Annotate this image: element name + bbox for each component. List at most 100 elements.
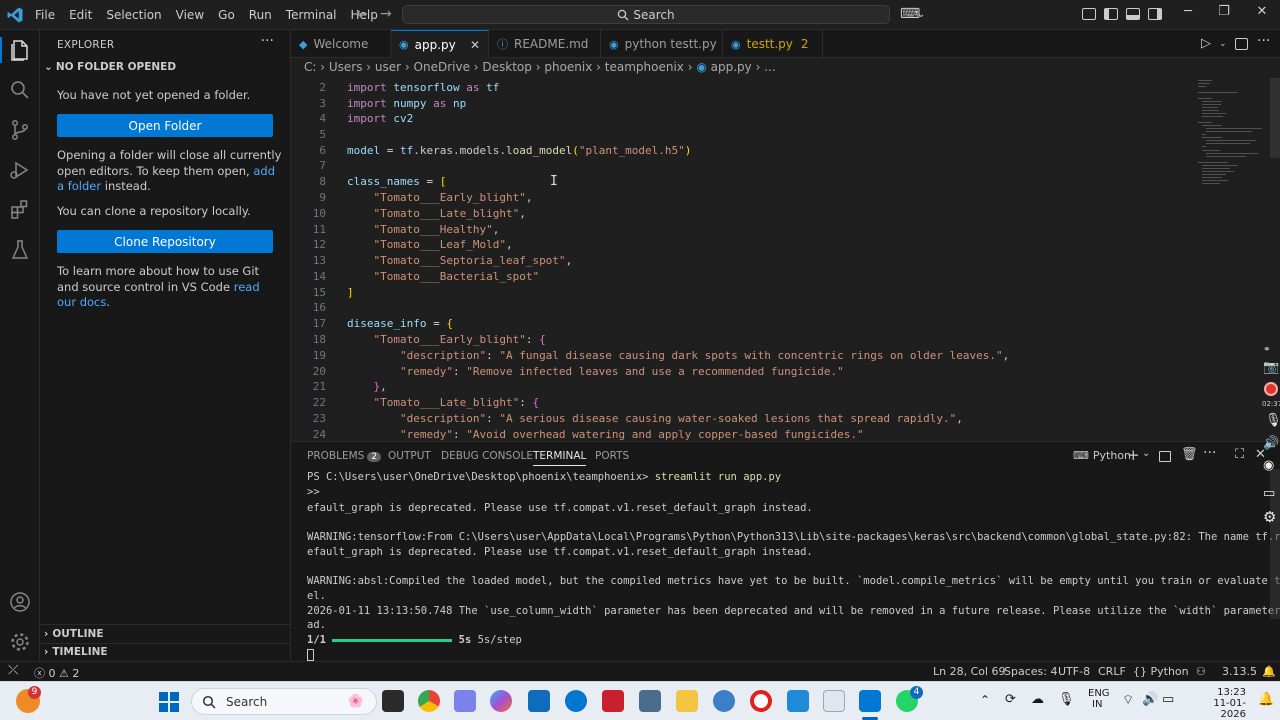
tab-debug-console[interactable]: DEBUG CONSOLE [441, 450, 533, 462]
minimize-icon[interactable]: ─ [1173, 4, 1203, 19]
toggle-panel-icon[interactable] [1126, 8, 1140, 20]
language-indicator[interactable]: ENG IN [1088, 688, 1110, 710]
breadcrumb-item[interactable]: ... [764, 60, 775, 74]
breadcrumb-item[interactable]: C: [304, 60, 316, 74]
tab-ports[interactable]: PORTS [595, 450, 629, 462]
remote-indicator-icon[interactable]: ⤫ [8, 663, 18, 678]
menu-run[interactable]: Run [242, 8, 279, 22]
copilot-app-icon[interactable] [490, 690, 512, 712]
clone-repository-button[interactable]: Clone Repository [57, 230, 273, 253]
clock[interactable]: 13:23 11-01-2026 [1192, 687, 1246, 720]
recorder-settings-icon[interactable]: ⚙ [1263, 508, 1276, 526]
task-view-icon[interactable] [382, 690, 404, 712]
breadcrumb-item[interactable]: Desktop [482, 60, 532, 74]
minimap[interactable] [1196, 78, 1266, 188]
notifications-icon[interactable]: 🔔 [1262, 665, 1276, 678]
photos-icon[interactable] [787, 690, 809, 712]
command-search-box[interactable]: Search [402, 5, 890, 24]
screen-icon[interactable]: ▭ [1263, 486, 1275, 501]
file-explorer-icon[interactable] [676, 690, 698, 712]
new-terminal-icon[interactable]: + [1127, 446, 1140, 464]
show-hidden-icons-icon[interactable]: ⌃ [980, 693, 990, 707]
notification-center-icon[interactable]: 🔔 [1258, 692, 1274, 707]
breadcrumb-item[interactable]: app.py [711, 60, 752, 74]
settings-gear-icon[interactable] [8, 630, 32, 654]
close-tab-icon[interactable]: ✕ [470, 38, 480, 52]
toggle-primary-sidebar-icon[interactable] [1104, 8, 1118, 20]
menu-view[interactable]: View [169, 8, 211, 22]
accounts-icon[interactable] [8, 590, 32, 614]
outline-section-header[interactable]: › OUTLINE [44, 628, 104, 640]
end-of-line[interactable]: CRLF [1098, 665, 1126, 678]
breadcrumb-item[interactable]: OneDrive [414, 60, 470, 74]
microphone-tray-icon[interactable]: 🎙 [1058, 692, 1075, 707]
dell-icon[interactable] [565, 690, 587, 712]
maximize-panel-icon[interactable]: ⛶ [1235, 447, 1244, 462]
menu-edit[interactable]: Edit [62, 8, 99, 22]
more-panel-actions-icon[interactable]: ··· [1203, 445, 1216, 461]
vscode-taskbar-icon[interactable] [859, 690, 881, 712]
tab-welcome[interactable]: ◆ Welcome [291, 30, 391, 58]
breadcrumb-item[interactable]: phoenix [544, 60, 592, 74]
record-icon[interactable] [1264, 382, 1278, 396]
split-editor-icon[interactable] [1235, 38, 1248, 50]
menu-go[interactable]: Go [211, 8, 242, 22]
battery-icon[interactable]: ▭ [1162, 692, 1174, 707]
tab-terminal[interactable]: TERMINAL [533, 450, 587, 466]
python-env-icon[interactable]: ⚇ [1196, 665, 1206, 678]
tab-output[interactable]: OUTPUT [388, 450, 431, 462]
editor-scrollbar[interactable] [1270, 78, 1280, 158]
snipping-tool-icon[interactable] [823, 690, 845, 712]
volume-icon[interactable]: 🔊 [1142, 692, 1158, 707]
split-terminal-icon[interactable] [1159, 451, 1171, 462]
code-editor[interactable]: 2 3 4 5 6 7 8 9 10 11 12 13 14 15 16 17 18 19 20 21 22 23 24 i… [291, 78, 1280, 440]
more-actions-icon[interactable]: ··· [261, 33, 274, 49]
python-version[interactable]: 3.13.5 [1222, 665, 1257, 678]
menu-terminal[interactable]: Terminal [279, 8, 344, 22]
forward-arrow-icon[interactable]: → [380, 6, 392, 22]
calculator-icon[interactable] [639, 690, 661, 712]
language-mode[interactable]: {} Python [1133, 665, 1189, 678]
restore-icon[interactable]: ❐ [1209, 4, 1239, 19]
open-folder-button[interactable]: Open Folder [57, 114, 273, 137]
source-control-icon[interactable] [8, 118, 32, 142]
no-folder-section-header[interactable]: ⌄ NO FOLDER OPENED [44, 61, 176, 73]
menu-file[interactable]: File [28, 8, 62, 22]
mcafee-icon[interactable] [602, 690, 624, 712]
terminal-dropdown-icon[interactable]: ⌄ [1142, 448, 1150, 459]
breadcrumb-item[interactable]: teamphoenix [605, 60, 684, 74]
tab-python-testt[interactable]: ◉ python testt.py [601, 30, 723, 58]
copilot-chevron-icon[interactable]: ⌄ [917, 9, 925, 20]
indentation[interactable]: Spaces: 4 [1004, 665, 1057, 678]
more-tab-actions-icon[interactable]: ··· [1257, 33, 1270, 49]
cloud-icon[interactable]: ☁ [1031, 692, 1044, 707]
timeline-section-header[interactable]: › TIMELINE [44, 646, 108, 658]
encoding[interactable]: UTF-8 [1058, 665, 1090, 678]
quickbooks-icon[interactable] [713, 690, 735, 712]
webcam-icon[interactable]: ◉ [1263, 458, 1274, 473]
run-debug-icon[interactable] [8, 158, 32, 182]
link-icon[interactable]: ⚭ [1263, 345, 1271, 355]
tab-testt-py[interactable]: ◉ testt.py 2 [723, 30, 823, 58]
teams-icon[interactable] [454, 690, 476, 712]
terminal-output[interactable]: PS C:\Users\user\OneDrive\Desktop\phoeni… [291, 469, 1280, 661]
close-window-icon[interactable]: ✕ [1247, 4, 1277, 19]
testing-icon[interactable] [8, 238, 32, 262]
breadcrumb-item[interactable]: Users [329, 60, 363, 74]
camera-icon[interactable]: 📷 [1263, 360, 1279, 375]
extensions-icon[interactable] [8, 198, 32, 222]
opera-icon[interactable] [750, 690, 772, 712]
store-icon[interactable] [528, 690, 550, 712]
tab-readme[interactable]: ⓘ README.md [489, 30, 601, 58]
wifi-icon[interactable]: ⌔ [1122, 692, 1134, 708]
menu-selection[interactable]: Selection [99, 8, 168, 22]
run-file-icon[interactable]: ▷ [1201, 36, 1211, 51]
tab-app-py[interactable]: ◉ app.py ✕ [391, 30, 489, 58]
customize-layout-icon[interactable] [1082, 8, 1096, 20]
sync-icon[interactable]: ⟳ [1005, 692, 1016, 707]
back-arrow-icon[interactable]: ← [356, 6, 368, 22]
trash-icon[interactable]: 🗑 [1181, 447, 1198, 462]
explorer-icon[interactable] [8, 38, 32, 62]
terminal-profile[interactable]: ⌨ Python [1073, 449, 1131, 462]
run-chevron-icon[interactable]: ⌄ [1219, 39, 1227, 49]
